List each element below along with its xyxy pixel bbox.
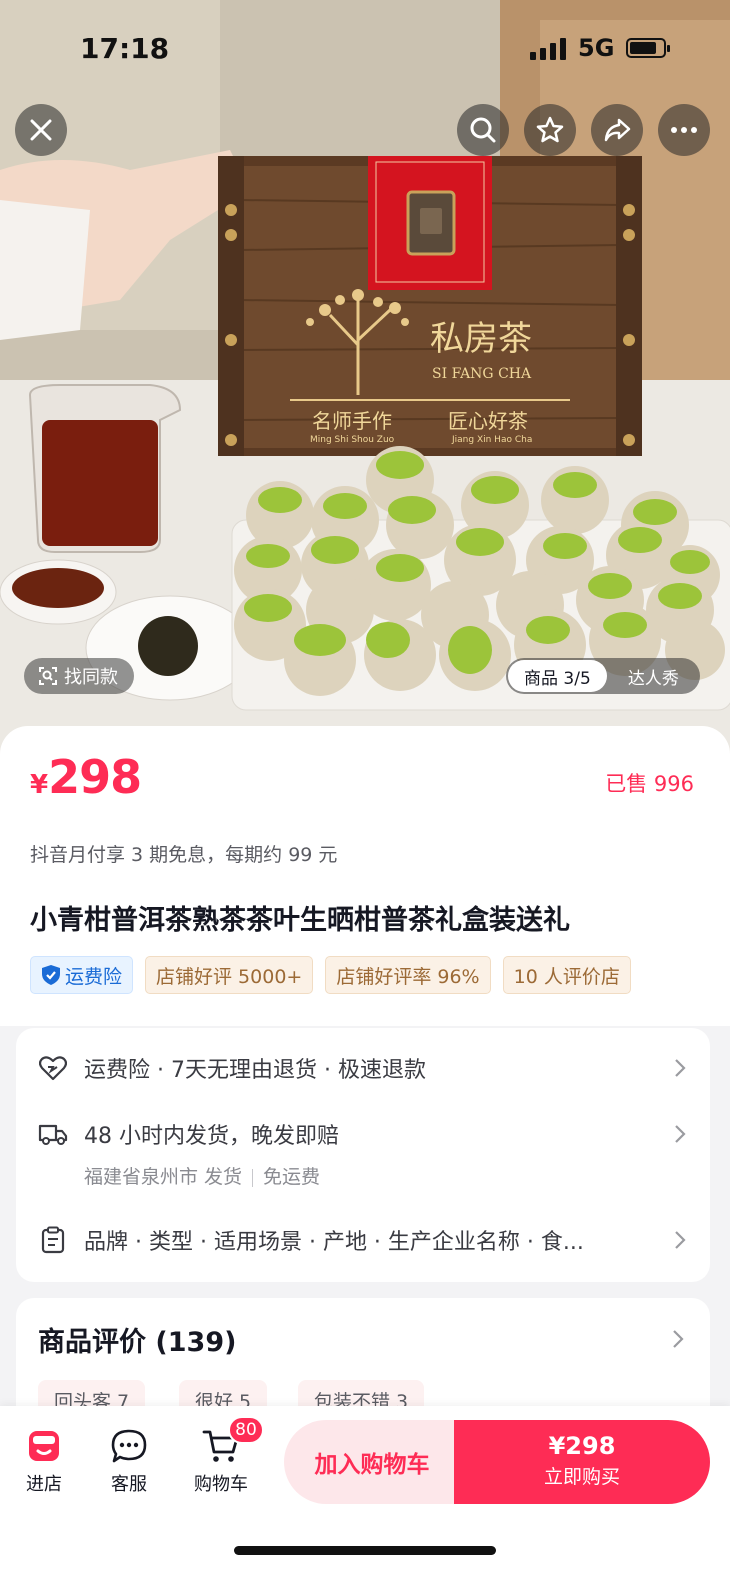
installment-info[interactable]: 抖音月付享 3 期免息，每期约 99 元 <box>30 840 337 867</box>
tag-label: 10 人评价店 <box>513 965 620 988</box>
store-button[interactable]: 进店 <box>4 1428 84 1496</box>
buy-now-price: ¥298 <box>548 1432 616 1460</box>
chevron-right-icon <box>675 1059 686 1077</box>
customer-service-label: 客服 <box>111 1474 147 1495</box>
truck-icon <box>38 1119 68 1149</box>
battery-icon <box>626 38 670 58</box>
search-button[interactable] <box>457 104 509 156</box>
chevron-right-icon <box>673 1330 684 1348</box>
chevron-right-icon <box>675 1231 686 1249</box>
tag-store-reviews[interactable]: 店铺好评 5000+ <box>145 956 314 994</box>
svg-text:匠心好茶: 匠心好茶 <box>448 409 528 433</box>
heart-shield-icon <box>38 1053 68 1083</box>
params-row[interactable]: 品牌 · 类型 · 适用场景 · 产地 · 生产企业名称 · 食... <box>38 1224 688 1256</box>
close-icon <box>30 119 52 141</box>
clipboard-icon <box>38 1225 68 1255</box>
tab-product-images[interactable]: 商品 3/5 <box>508 660 607 692</box>
star-icon <box>536 116 564 143</box>
guarantee-text: 运费险 · 7天无理由退货 · 极速退款 <box>84 1058 426 1083</box>
price: ¥298 <box>30 750 142 804</box>
status-bar: 17:18 5G <box>0 30 730 70</box>
tag-store-rating[interactable]: 店铺好评率 96% <box>325 956 491 994</box>
params-text: 品牌 · 类型 · 适用场景 · 产地 · 生产企业名称 · 食... <box>84 1230 584 1255</box>
ship-from: 福建省泉州市 发货 <box>84 1166 243 1188</box>
cart-label: 购物车 <box>194 1474 248 1495</box>
buy-now-button[interactable]: ¥298 立即购买 <box>454 1420 710 1504</box>
chevron-right-icon <box>675 1125 686 1143</box>
svg-text:名师手作: 名师手作 <box>312 409 392 433</box>
buy-now-label: 立即购买 <box>543 1466 620 1488</box>
shipping-text: 48 小时内发货，晚发即赔 <box>84 1124 339 1149</box>
svg-text:SI FANG CHA: SI FANG CHA <box>432 366 532 382</box>
tab-influencer-show[interactable]: 达人秀 <box>607 664 700 689</box>
find-similar-label: 找同款 <box>64 667 118 688</box>
chat-icon <box>111 1429 147 1463</box>
shipping-row[interactable]: 48 小时内发货，晚发即赔 <box>38 1118 688 1150</box>
shield-check-icon <box>42 965 60 985</box>
share-button[interactable] <box>591 104 643 156</box>
shipping-fee: 免运费 <box>263 1166 321 1188</box>
service-card: 运费险 · 7天无理由退货 · 极速退款 48 小时内发货，晚发即赔 福建省泉州… <box>16 1028 710 1282</box>
divider <box>252 1168 254 1187</box>
product-title: 小青柑普洱茶熟茶茶叶生晒柑普茶礼盒装送礼 <box>30 905 570 936</box>
svg-text:Jiang Xin Hao Cha: Jiang Xin Hao Cha <box>451 435 532 445</box>
tag-label: 店铺好评率 96% <box>336 965 480 988</box>
cart-badge: 80 <box>228 1416 264 1444</box>
currency-symbol: ¥ <box>30 770 49 800</box>
store-label: 进店 <box>26 1474 62 1495</box>
network-type: 5G <box>578 34 615 62</box>
product-gallery[interactable]: 私房茶 SI FANG CHA 名师手作 Ming Shi Shou Zuo 匠… <box>0 0 730 760</box>
svg-text:Ming Shi Shou Zuo: Ming Shi Shou Zuo <box>310 435 395 445</box>
customer-service-button[interactable]: 客服 <box>89 1428 169 1496</box>
home-indicator <box>234 1546 496 1555</box>
search-icon <box>470 117 496 143</box>
add-to-cart-button[interactable]: 加入购物车 <box>284 1420 460 1504</box>
sold-count: 已售 996 <box>605 772 694 796</box>
tag-label: 店铺好评 5000+ <box>156 965 303 988</box>
gallery-segment: 商品 3/5 达人秀 <box>506 658 700 694</box>
price-value: 298 <box>48 750 142 804</box>
scan-icon <box>39 667 57 685</box>
reviews-title: 商品评价 (139) <box>38 1327 237 1358</box>
tag-store-reviewers[interactable]: 10 人评价店 <box>502 956 631 994</box>
more-button[interactable] <box>658 104 710 156</box>
svg-text:私房茶: 私房茶 <box>430 319 532 359</box>
product-info-card: ¥298 已售 996 抖音月付享 3 期免息，每期约 99 元 小青柑普洱茶熟… <box>0 726 730 1026</box>
shipping-detail: 福建省泉州市 发货 免运费 <box>84 1162 320 1189</box>
signal-icon <box>530 38 566 60</box>
share-icon <box>604 118 631 142</box>
more-icon <box>671 127 697 133</box>
close-button[interactable] <box>15 104 67 156</box>
favorite-button[interactable] <box>524 104 576 156</box>
store-icon <box>29 1431 59 1461</box>
status-time: 17:18 <box>80 32 170 65</box>
tag-list: 运费险 店铺好评 5000+ 店铺好评率 96% 10 人评价店 <box>30 956 700 996</box>
guarantee-row[interactable]: 运费险 · 7天无理由退货 · 极速退款 <box>38 1052 688 1084</box>
tag-label: 运费险 <box>65 965 123 988</box>
find-similar-button[interactable]: 找同款 <box>24 658 134 694</box>
tag-shipping-insurance[interactable]: 运费险 <box>30 956 134 994</box>
